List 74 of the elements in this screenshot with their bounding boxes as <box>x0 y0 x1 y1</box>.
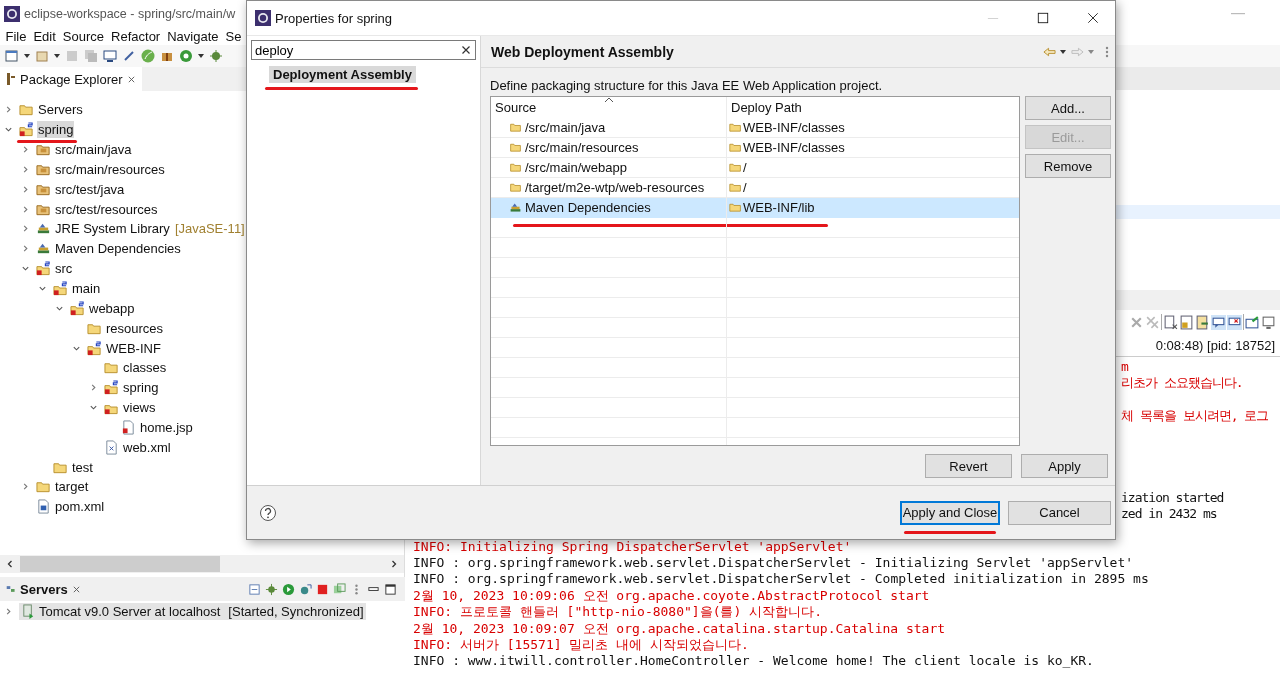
tree-item[interactable]: src <box>54 260 74 278</box>
window-title: eclipse-workspace - spring/src/main/w <box>24 7 236 21</box>
tree-item[interactable]: Maven Dependencies <box>54 240 182 258</box>
tree-item[interactable]: spring <box>37 121 75 139</box>
table-cell: /src/main/resources <box>525 140 639 155</box>
page-button[interactable]: Apply <box>1021 454 1108 478</box>
tree-item[interactable]: webapp <box>88 299 136 317</box>
view-title: Package Explorer <box>20 71 123 87</box>
table-cell: WEB-INF/classes <box>743 140 845 155</box>
table-cell: /src/main/webapp <box>525 160 627 175</box>
page-title: Web Deployment Assembly <box>491 43 674 60</box>
tree-item[interactable]: src/test/java <box>54 180 126 198</box>
view-tab[interactable]: Package Explorer <box>0 67 142 91</box>
console-header: 0:08:48) [pid: 18752] <box>1155 337 1275 353</box>
console-line: INFO : org.springframework.web.servlet.DispatcherServlet - Initializing Servlet 'appServlet' <box>413 555 1134 572</box>
server-item[interactable]: Tomcat v9.0 Server at localhost [Started, Synchronized] <box>19 603 366 621</box>
menu-item[interactable]: File <box>2 29 30 44</box>
column-header[interactable]: Deploy Path <box>727 97 1019 118</box>
tree-item[interactable]: pom.xml <box>54 498 106 516</box>
dialog-button[interactable]: Cancel <box>1008 500 1111 525</box>
menu-item[interactable]: Se <box>222 29 245 44</box>
table-cell: WEB-INF/lib <box>743 200 815 215</box>
table-cell: /target/m2e-wtp/web-resources <box>525 180 705 195</box>
table-action-button[interactable]: Remove <box>1025 154 1111 178</box>
menu-item[interactable]: Edit <box>29 29 60 44</box>
console-line: INFO : org.springframework.web.servlet.DispatcherServlet - Completed initialization in 2895 ms <box>413 571 1149 588</box>
tree-item[interactable]: Deployment Assembly <box>269 66 416 83</box>
table-cell: / <box>743 180 747 195</box>
table-cell: /src/main/java <box>525 120 606 135</box>
console-line: 2월 10, 2023 10:09:06 오전 org.apache.coyote.AbstractProtocol start <box>413 587 930 605</box>
console-line: 리초가 소요됐습니다. <box>1121 375 1243 392</box>
tree-item[interactable]: src/main/resources <box>54 160 166 178</box>
console-line: INFO: 서버가 [15571] 밀리초 내에 시작되었습니다. <box>413 636 749 654</box>
console-line: zed in 2432 ms <box>1121 506 1217 523</box>
menu-item[interactable]: Source <box>59 29 108 44</box>
page-button[interactable]: Revert <box>925 454 1012 478</box>
console-line: INFO: Initializing Spring DispatcherServlet 'appServlet' <box>413 538 852 556</box>
library-version: [JavaSE-11] <box>174 221 245 237</box>
tree-item[interactable]: WEB-INF <box>105 339 162 357</box>
view-title: Servers <box>20 581 68 597</box>
tree-item[interactable]: test <box>71 458 94 476</box>
tree-item[interactable]: src/main/java <box>54 141 133 159</box>
table-cell: Maven Dependencies <box>525 200 651 215</box>
filter-field[interactable]: deploy <box>251 40 476 60</box>
page-description: Define packaging structure for this Java EE Web Application project. <box>490 77 884 95</box>
table-row[interactable]: /src/main/webapp / <box>491 158 1019 178</box>
tree-item[interactable]: Servers <box>37 101 84 119</box>
tree-item[interactable]: target <box>54 478 90 496</box>
dialog-button[interactable]: Apply and Close <box>900 500 1000 525</box>
table-cell: WEB-INF/classes <box>743 120 845 135</box>
table-action-button[interactable]: Add... <box>1025 96 1111 120</box>
tree-item[interactable]: home.jsp <box>139 418 194 436</box>
console-line: 2월 10, 2023 10:09:07 오전 org.apache.catalina.startup.Catalina start <box>413 620 946 637</box>
tree-item[interactable]: resources <box>105 319 165 337</box>
menu-item[interactable]: Refactor <box>107 29 164 44</box>
table-row[interactable]: /src/main/java WEB-INF/classes <box>491 118 1019 138</box>
table-row[interactable]: /src/main/resources WEB-INF/classes <box>491 138 1019 158</box>
tree-item[interactable]: src/test/resources <box>54 200 159 218</box>
tree-item[interactable]: web.xml <box>122 438 172 456</box>
tree-item[interactable]: views <box>122 399 157 417</box>
console-line: INFO : www.itwill.controller.HomeController - Welcome home! The client locale is ko_KR. <box>413 653 1094 670</box>
table-row[interactable]: /target/m2e-wtp/web-resources / <box>491 178 1019 198</box>
tree-item[interactable]: classes <box>122 359 168 377</box>
console-line: INFO: 프로토콜 핸들러 ["http-nio-8080"]을(를) 시작합니다. <box>413 604 822 621</box>
tree-item[interactable]: main <box>71 280 102 297</box>
tree-item[interactable]: JRE System Library <box>54 220 171 238</box>
dialog-title: Properties for spring <box>275 10 393 26</box>
table-cell: / <box>743 160 747 175</box>
tree-item[interactable]: spring <box>122 379 160 397</box>
console-line: m <box>1121 359 1128 376</box>
column-header[interactable]: Source <box>491 97 727 118</box>
console-line: ization started <box>1121 489 1224 507</box>
menu-item[interactable]: Navigate <box>163 29 222 44</box>
console-line: 체 목록을 보시려면, 로그 <box>1121 408 1269 425</box>
